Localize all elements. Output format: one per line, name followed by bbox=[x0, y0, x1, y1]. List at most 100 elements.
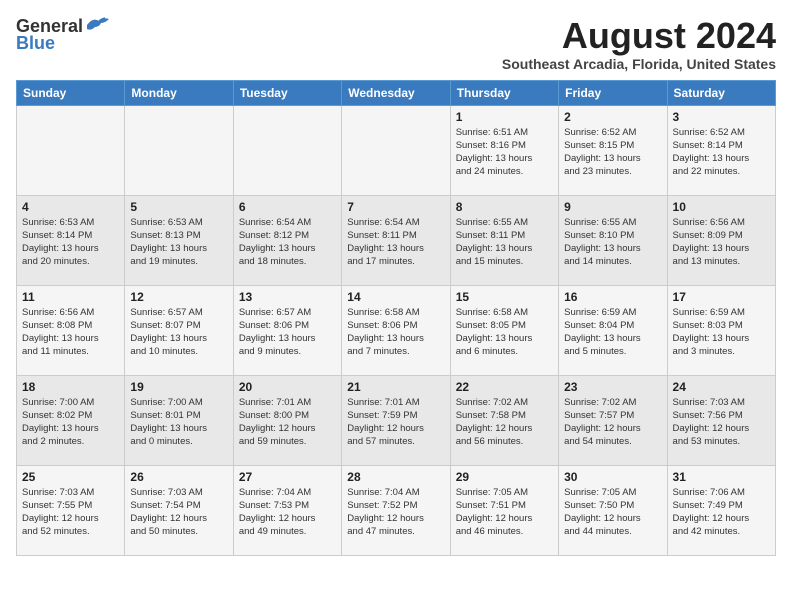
day-info: Sunrise: 7:02 AM Sunset: 7:58 PM Dayligh… bbox=[456, 396, 553, 449]
calendar-cell: 31Sunrise: 7:06 AM Sunset: 7:49 PM Dayli… bbox=[667, 465, 775, 555]
day-info: Sunrise: 7:01 AM Sunset: 8:00 PM Dayligh… bbox=[239, 396, 336, 449]
day-info: Sunrise: 6:52 AM Sunset: 8:15 PM Dayligh… bbox=[564, 126, 661, 179]
day-number: 2 bbox=[564, 110, 661, 124]
day-number: 13 bbox=[239, 290, 336, 304]
calendar-cell: 14Sunrise: 6:58 AM Sunset: 8:06 PM Dayli… bbox=[342, 285, 450, 375]
logo: General Blue bbox=[16, 16, 111, 54]
day-info: Sunrise: 6:59 AM Sunset: 8:04 PM Dayligh… bbox=[564, 306, 661, 359]
day-number: 27 bbox=[239, 470, 336, 484]
day-info: Sunrise: 6:55 AM Sunset: 8:11 PM Dayligh… bbox=[456, 216, 553, 269]
day-number: 23 bbox=[564, 380, 661, 394]
calendar-cell: 22 Sunrise: 7:02 AM Sunset: 7:58 PM Dayli… bbox=[450, 375, 558, 465]
day-info: Sunrise: 6:57 AM Sunset: 8:06 PM Dayligh… bbox=[239, 306, 336, 359]
day-info: Sunrise: 7:04 AM Sunset: 7:53 PM Dayligh… bbox=[239, 486, 336, 539]
day-info: Sunrise: 7:03 AM Sunset: 7:55 PM Dayligh… bbox=[22, 486, 119, 539]
day-number: 5 bbox=[130, 200, 227, 214]
day-number: 7 bbox=[347, 200, 444, 214]
day-number: 26 bbox=[130, 470, 227, 484]
day-info: Sunrise: 6:59 AM Sunset: 8:03 PM Dayligh… bbox=[673, 306, 770, 359]
calendar-cell: 4 Sunrise: 6:53 AM Sunset: 8:14 PM Daylig… bbox=[17, 195, 125, 285]
day-number: 20 bbox=[239, 380, 336, 394]
day-info: Sunrise: 6:55 AM Sunset: 8:10 PM Dayligh… bbox=[564, 216, 661, 269]
calendar-header: SundayMondayTuesdayWednesdayThursdayFrid… bbox=[17, 80, 776, 105]
day-number: 18 bbox=[22, 380, 119, 394]
weekday-header-friday: Friday bbox=[559, 80, 667, 105]
day-info: Sunrise: 6:51 AM Sunset: 8:16 PM Dayligh… bbox=[456, 126, 553, 179]
day-number: 15 bbox=[456, 290, 553, 304]
day-info: Sunrise: 6:53 AM Sunset: 8:14 PM Dayligh… bbox=[22, 216, 119, 269]
calendar-cell: 30 Sunrise: 7:05 AM Sunset: 7:50 PM Dayli… bbox=[559, 465, 667, 555]
calendar-cell bbox=[342, 105, 450, 195]
location-subtitle: Southeast Arcadia, Florida, United State… bbox=[502, 56, 776, 72]
calendar-cell bbox=[125, 105, 233, 195]
weekday-header-monday: Monday bbox=[125, 80, 233, 105]
calendar-cell: 16 Sunrise: 6:59 AM Sunset: 8:04 PM Dayli… bbox=[559, 285, 667, 375]
day-number: 14 bbox=[347, 290, 444, 304]
day-number: 11 bbox=[22, 290, 119, 304]
day-info: Sunrise: 7:00 AM Sunset: 8:02 PM Dayligh… bbox=[22, 396, 119, 449]
day-info: Sunrise: 7:02 AM Sunset: 7:57 PM Dayligh… bbox=[564, 396, 661, 449]
calendar-cell bbox=[17, 105, 125, 195]
weekday-header-row: SundayMondayTuesdayWednesdayThursdayFrid… bbox=[17, 80, 776, 105]
day-number: 25 bbox=[22, 470, 119, 484]
calendar-cell: 18 Sunrise: 7:00 AM Sunset: 8:02 PM Dayli… bbox=[17, 375, 125, 465]
day-number: 24 bbox=[673, 380, 770, 394]
day-info: Sunrise: 7:03 AM Sunset: 7:54 PM Dayligh… bbox=[130, 486, 227, 539]
day-number: 10 bbox=[673, 200, 770, 214]
calendar-cell: 21 Sunrise: 7:01 AM Sunset: 7:59 PM Dayli… bbox=[342, 375, 450, 465]
calendar-cell: 8 Sunrise: 6:55 AM Sunset: 8:11 PM Daylig… bbox=[450, 195, 558, 285]
day-number: 22 bbox=[456, 380, 553, 394]
day-info: Sunrise: 6:57 AM Sunset: 8:07 PM Dayligh… bbox=[130, 306, 227, 359]
calendar-cell: 23 Sunrise: 7:02 AM Sunset: 7:57 PM Dayli… bbox=[559, 375, 667, 465]
calendar-cell: 9 Sunrise: 6:55 AM Sunset: 8:10 PM Daylig… bbox=[559, 195, 667, 285]
month-year-title: August 2024 bbox=[502, 16, 776, 56]
day-info: Sunrise: 6:52 AM Sunset: 8:14 PM Dayligh… bbox=[673, 126, 770, 179]
day-info: Sunrise: 6:54 AM Sunset: 8:12 PM Dayligh… bbox=[239, 216, 336, 269]
week-row-3: 11 Sunrise: 6:56 AM Sunset: 8:08 PM Dayli… bbox=[17, 285, 776, 375]
calendar-cell: 20 Sunrise: 7:01 AM Sunset: 8:00 PM Dayli… bbox=[233, 375, 341, 465]
calendar-body: 1 Sunrise: 6:51 AM Sunset: 8:16 PM Daylig… bbox=[17, 105, 776, 555]
calendar-cell bbox=[233, 105, 341, 195]
day-number: 17 bbox=[673, 290, 770, 304]
day-info: Sunrise: 6:56 AM Sunset: 8:08 PM Dayligh… bbox=[22, 306, 119, 359]
calendar-cell: 25 Sunrise: 7:03 AM Sunset: 7:55 PM Dayli… bbox=[17, 465, 125, 555]
calendar-cell: 1 Sunrise: 6:51 AM Sunset: 8:16 PM Daylig… bbox=[450, 105, 558, 195]
weekday-header-tuesday: Tuesday bbox=[233, 80, 341, 105]
day-info: Sunrise: 7:05 AM Sunset: 7:51 PM Dayligh… bbox=[456, 486, 553, 539]
calendar-cell: 17 Sunrise: 6:59 AM Sunset: 8:03 PM Dayli… bbox=[667, 285, 775, 375]
weekday-header-saturday: Saturday bbox=[667, 80, 775, 105]
day-number: 4 bbox=[22, 200, 119, 214]
calendar-cell: 6 Sunrise: 6:54 AM Sunset: 8:12 PM Daylig… bbox=[233, 195, 341, 285]
day-info: Sunrise: 7:05 AM Sunset: 7:50 PM Dayligh… bbox=[564, 486, 661, 539]
calendar-cell: 12 Sunrise: 6:57 AM Sunset: 8:07 PM Dayli… bbox=[125, 285, 233, 375]
day-number: 12 bbox=[130, 290, 227, 304]
day-number: 21 bbox=[347, 380, 444, 394]
calendar-cell: 7Sunrise: 6:54 AM Sunset: 8:11 PM Daylig… bbox=[342, 195, 450, 285]
day-number: 6 bbox=[239, 200, 336, 214]
day-info: Sunrise: 6:53 AM Sunset: 8:13 PM Dayligh… bbox=[130, 216, 227, 269]
calendar-cell: 19Sunrise: 7:00 AM Sunset: 8:01 PM Dayli… bbox=[125, 375, 233, 465]
weekday-header-sunday: Sunday bbox=[17, 80, 125, 105]
day-number: 28 bbox=[347, 470, 444, 484]
day-number: 16 bbox=[564, 290, 661, 304]
week-row-5: 25 Sunrise: 7:03 AM Sunset: 7:55 PM Dayli… bbox=[17, 465, 776, 555]
weekday-header-wednesday: Wednesday bbox=[342, 80, 450, 105]
week-row-4: 18 Sunrise: 7:00 AM Sunset: 8:02 PM Dayli… bbox=[17, 375, 776, 465]
day-number: 8 bbox=[456, 200, 553, 214]
day-number: 29 bbox=[456, 470, 553, 484]
weekday-header-thursday: Thursday bbox=[450, 80, 558, 105]
calendar-cell: 13 Sunrise: 6:57 AM Sunset: 8:06 PM Dayli… bbox=[233, 285, 341, 375]
day-number: 9 bbox=[564, 200, 661, 214]
week-row-2: 4 Sunrise: 6:53 AM Sunset: 8:14 PM Daylig… bbox=[17, 195, 776, 285]
week-row-1: 1 Sunrise: 6:51 AM Sunset: 8:16 PM Daylig… bbox=[17, 105, 776, 195]
logo-blue: Blue bbox=[16, 33, 55, 54]
day-number: 1 bbox=[456, 110, 553, 124]
day-info: Sunrise: 7:01 AM Sunset: 7:59 PM Dayligh… bbox=[347, 396, 444, 449]
calendar-cell: 28Sunrise: 7:04 AM Sunset: 7:52 PM Dayli… bbox=[342, 465, 450, 555]
calendar-cell: 15Sunrise: 6:58 AM Sunset: 8:05 PM Dayli… bbox=[450, 285, 558, 375]
day-number: 30 bbox=[564, 470, 661, 484]
day-info: Sunrise: 6:56 AM Sunset: 8:09 PM Dayligh… bbox=[673, 216, 770, 269]
calendar-cell: 11 Sunrise: 6:56 AM Sunset: 8:08 PM Dayli… bbox=[17, 285, 125, 375]
day-info: Sunrise: 7:00 AM Sunset: 8:01 PM Dayligh… bbox=[130, 396, 227, 449]
calendar-cell: 10 Sunrise: 6:56 AM Sunset: 8:09 PM Dayli… bbox=[667, 195, 775, 285]
